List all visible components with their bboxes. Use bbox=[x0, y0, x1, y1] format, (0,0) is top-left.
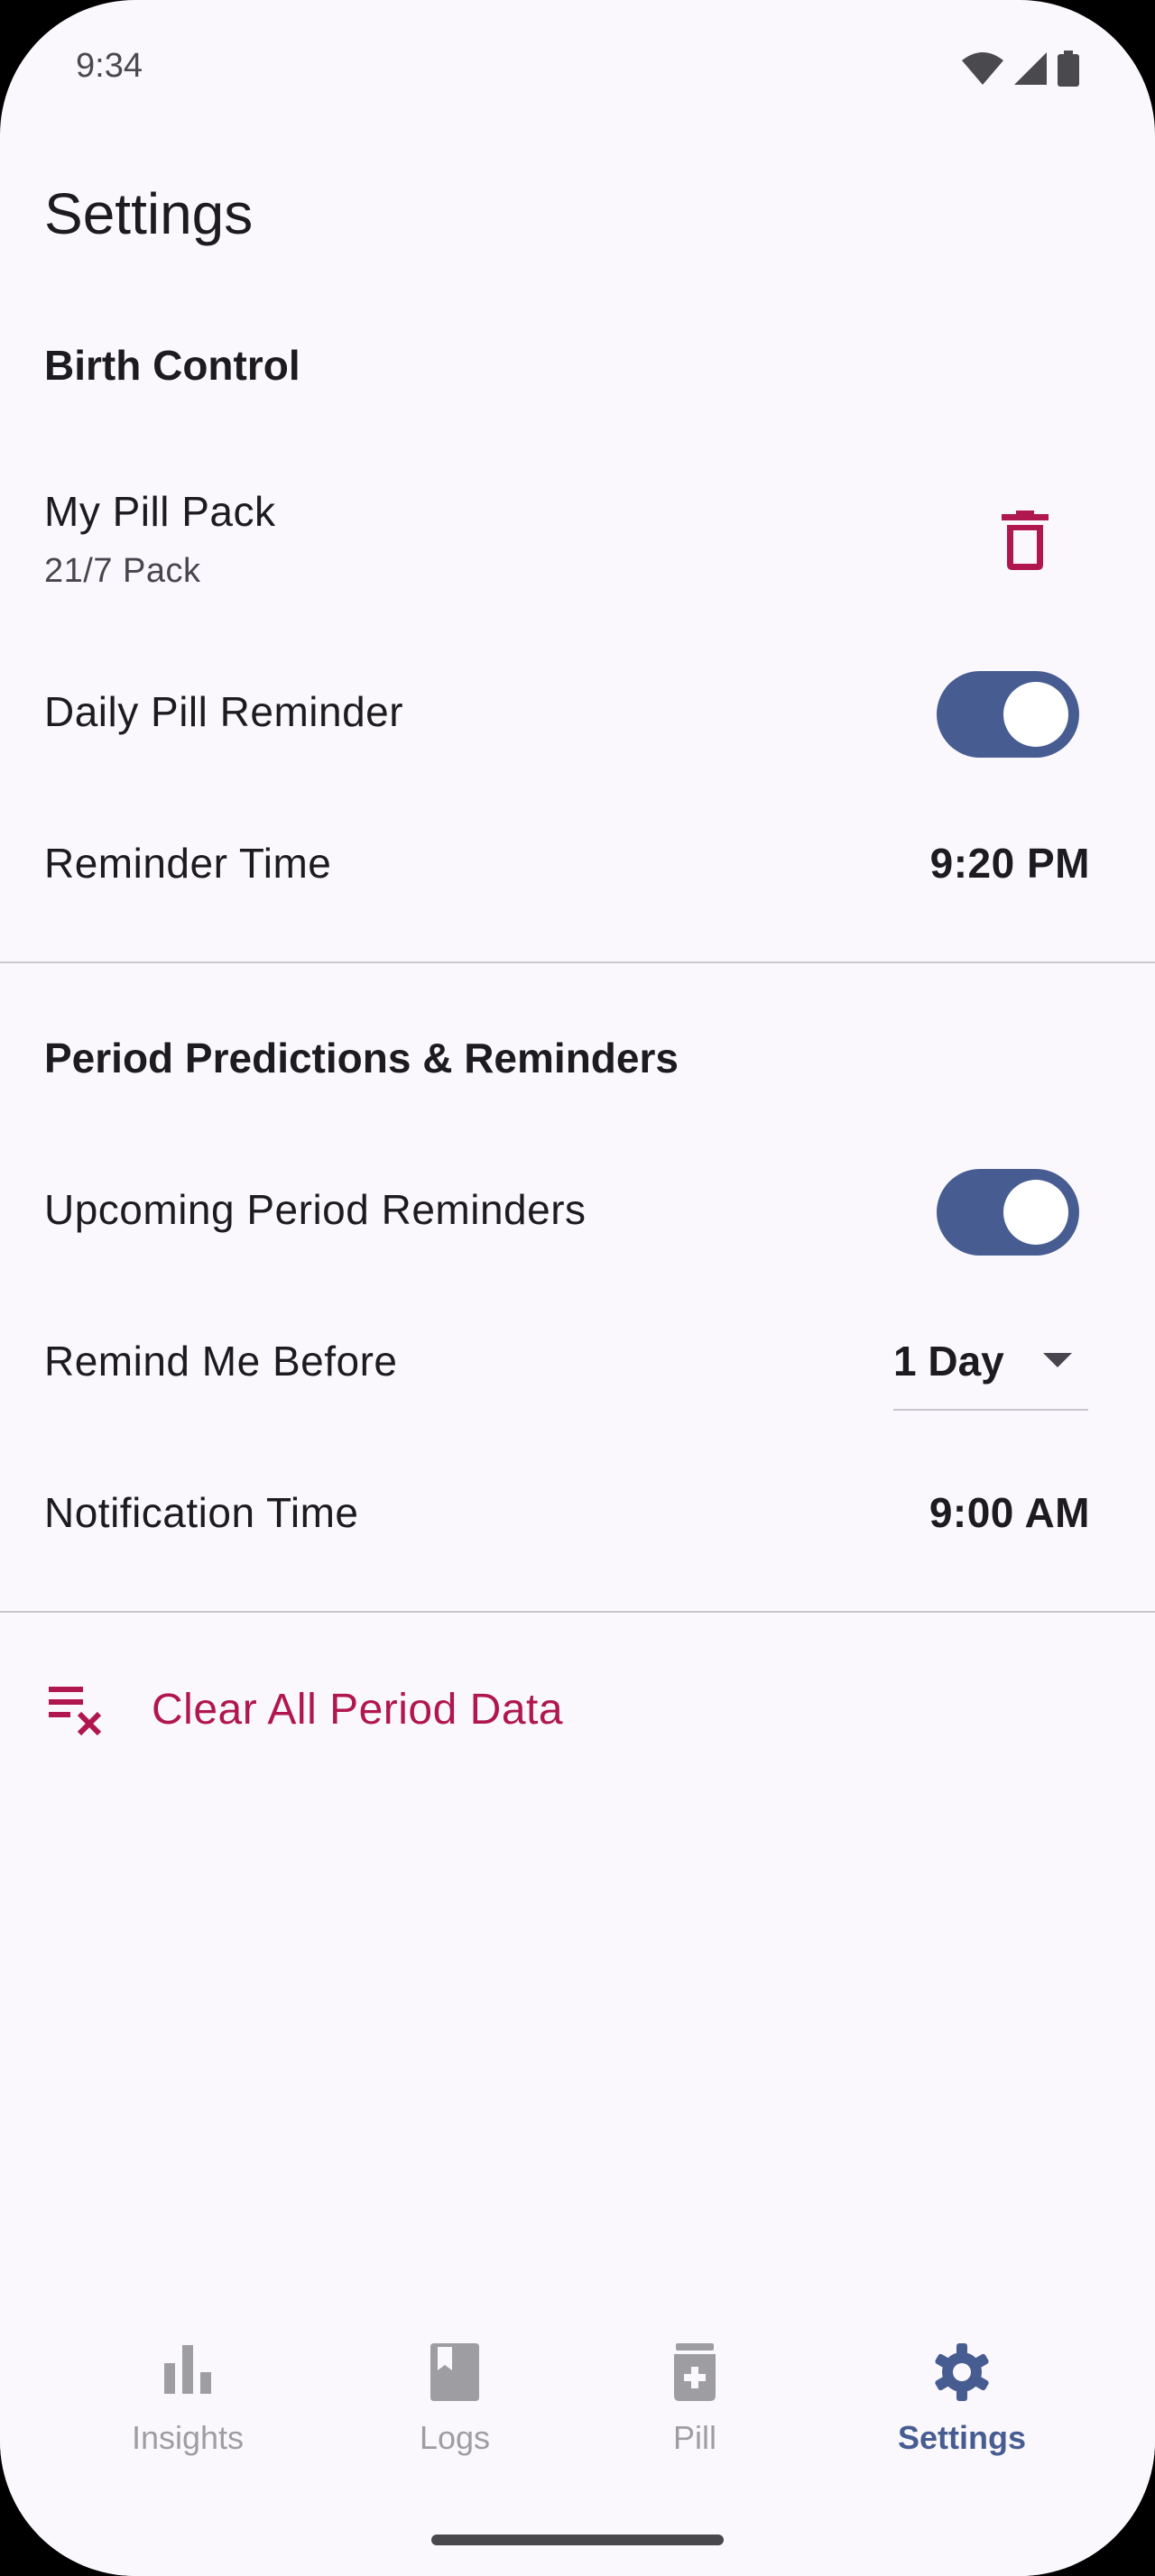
toggle-knob bbox=[1003, 682, 1068, 747]
clear-all-period-data-button[interactable]: Clear All Period Data bbox=[0, 1660, 1155, 1759]
nav-label-settings: Settings bbox=[897, 2419, 1026, 2456]
remind-me-before-dropdown[interactable]: 1 Day bbox=[893, 1326, 1088, 1411]
chevron-down-icon bbox=[1043, 1353, 1072, 1367]
signal-icon bbox=[1014, 52, 1047, 85]
nav-label-logs: Logs bbox=[419, 2419, 491, 2456]
trash-icon bbox=[1002, 511, 1049, 570]
phone-screen: 9:34 Settings Birth Control My Pill Pack… bbox=[0, 0, 1155, 2576]
daily-pill-reminder-label: Daily Pill Reminder bbox=[44, 688, 404, 735]
clear-list-icon bbox=[49, 1687, 102, 1735]
page-title: Settings bbox=[44, 181, 254, 246]
upcoming-period-reminders-label: Upcoming Period Reminders bbox=[44, 1186, 587, 1233]
status-time: 9:34 bbox=[76, 47, 143, 85]
delete-pill-pack-button[interactable] bbox=[998, 511, 1052, 570]
section-divider bbox=[0, 1611, 1155, 1613]
status-bar: 9:34 bbox=[0, 0, 1155, 135]
section-title-period: Period Predictions & Reminders bbox=[44, 1035, 679, 1081]
pill-bottle-icon bbox=[674, 2343, 716, 2401]
pill-pack-label: My Pill Pack bbox=[44, 488, 276, 535]
dropdown-value: 1 Day bbox=[893, 1338, 1004, 1385]
gear-icon bbox=[935, 2343, 989, 2401]
nav-item-settings[interactable]: Settings bbox=[845, 2309, 1079, 2489]
battery-icon bbox=[1058, 51, 1079, 87]
toggle-knob bbox=[1003, 1180, 1068, 1245]
notification-time-label: Notification Time bbox=[44, 1489, 359, 1536]
daily-pill-reminder-toggle[interactable] bbox=[937, 671, 1079, 758]
upcoming-period-reminders-toggle[interactable] bbox=[937, 1169, 1079, 1256]
clear-all-period-data-label: Clear All Period Data bbox=[152, 1686, 564, 1734]
reminder-time-label: Reminder Time bbox=[44, 840, 332, 887]
home-indicator[interactable] bbox=[431, 2535, 724, 2545]
reminder-time-value[interactable]: 9:20 PM bbox=[930, 839, 1090, 888]
bar-chart-icon bbox=[164, 2345, 211, 2394]
remind-me-before-label: Remind Me Before bbox=[44, 1338, 398, 1385]
pill-pack-subtitle: 21/7 Pack bbox=[44, 552, 201, 590]
nav-label-insights: Insights bbox=[131, 2419, 245, 2456]
status-icons bbox=[962, 51, 1079, 87]
section-divider bbox=[0, 961, 1155, 963]
section-title-birth-control: Birth Control bbox=[44, 342, 300, 389]
nav-label-pill: Pill bbox=[672, 2419, 716, 2456]
wifi-icon bbox=[962, 52, 1003, 85]
bookmark-book-icon bbox=[430, 2343, 479, 2401]
notification-time-value[interactable]: 9:00 AM bbox=[929, 1488, 1090, 1537]
nav-item-pill[interactable]: Pill bbox=[578, 2309, 812, 2489]
nav-item-insights[interactable]: Insights bbox=[70, 2309, 305, 2489]
nav-item-logs[interactable]: Logs bbox=[337, 2309, 572, 2489]
